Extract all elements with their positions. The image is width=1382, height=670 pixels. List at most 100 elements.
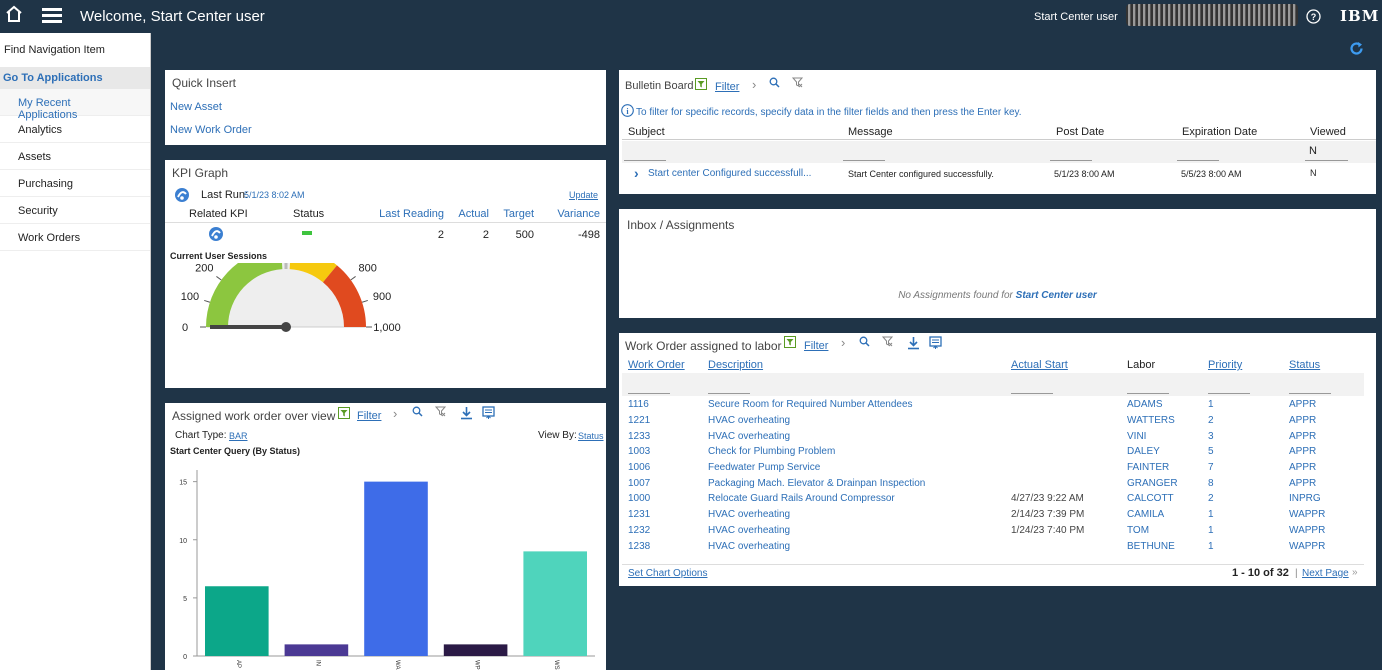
refresh-icon[interactable] bbox=[1349, 41, 1364, 59]
help-icon[interactable]: ? bbox=[1306, 9, 1321, 27]
nav-item-assets[interactable]: Assets bbox=[0, 143, 150, 170]
bulletin-col-post-date[interactable]: Post Date bbox=[1056, 126, 1104, 138]
wo-labor[interactable]: ADAMS bbox=[1127, 397, 1208, 413]
table-row[interactable]: 1232HVAC overheating1/24/23 7:40 PMTOM1W… bbox=[628, 523, 1364, 539]
next-page-icon[interactable]: » bbox=[1352, 567, 1358, 578]
wo-description[interactable]: Check for Plumbing Problem bbox=[708, 444, 1011, 460]
wo-status[interactable]: INPRG bbox=[1289, 491, 1364, 507]
overview-filter-link[interactable]: Filter bbox=[357, 410, 381, 422]
clear-filter-icon[interactable] bbox=[435, 406, 446, 420]
filter-message-input[interactable] bbox=[843, 144, 885, 161]
search-icon[interactable] bbox=[412, 406, 423, 420]
table-row[interactable]: 1231HVAC overheating2/14/23 7:39 PMCAMIL… bbox=[628, 507, 1364, 523]
bulletin-col-expiration[interactable]: Expiration Date bbox=[1182, 126, 1257, 138]
chart-type-link[interactable]: BAR bbox=[229, 431, 248, 441]
wo-labor[interactable]: CALCOTT bbox=[1127, 491, 1208, 507]
table-row[interactable]: 1003Check for Plumbing ProblemDALEY5APPR bbox=[628, 444, 1364, 460]
user-name[interactable]: Start Center user bbox=[1034, 11, 1118, 23]
table-row[interactable]: 1221HVAC overheatingWATTERS2APPR bbox=[628, 413, 1364, 429]
wo-description[interactable]: HVAC overheating bbox=[708, 413, 1011, 429]
wo-number[interactable]: 1232 bbox=[628, 523, 708, 539]
wo-labor[interactable]: WATTERS bbox=[1127, 413, 1208, 429]
wo-description[interactable]: HVAC overheating bbox=[708, 428, 1011, 444]
wo-labor[interactable]: DALEY bbox=[1127, 444, 1208, 460]
bulletin-subject[interactable]: Start center Configured successfull... bbox=[648, 168, 811, 179]
home-icon[interactable] bbox=[6, 5, 22, 26]
filter-icon[interactable] bbox=[338, 407, 350, 422]
go-to-applications[interactable]: Go To Applications bbox=[0, 67, 150, 89]
wo-number[interactable]: 1000 bbox=[628, 491, 708, 507]
bulletin-filter-link[interactable]: Filter bbox=[715, 81, 739, 93]
nav-item-work-orders[interactable]: Work Orders bbox=[0, 224, 150, 251]
bulletin-col-message[interactable]: Message bbox=[848, 126, 893, 138]
wo-number[interactable]: 1006 bbox=[628, 460, 708, 476]
wo-filter-link[interactable]: Filter bbox=[804, 340, 828, 352]
table-row[interactable]: 1007Packaging Mach. Elevator & Drainpan … bbox=[628, 475, 1364, 491]
wo-description[interactable]: Secure Room for Required Number Attendee… bbox=[708, 397, 1011, 413]
wo-status[interactable]: APPR bbox=[1289, 428, 1364, 444]
menu-icon[interactable] bbox=[42, 8, 62, 27]
wo-status[interactable]: APPR bbox=[1289, 460, 1364, 476]
wo-filter-desc-input[interactable] bbox=[708, 377, 750, 394]
wo-number[interactable]: 1233 bbox=[628, 428, 708, 444]
wo-number[interactable]: 1003 bbox=[628, 444, 708, 460]
wo-filter-wo-input[interactable] bbox=[628, 377, 670, 394]
wo-status[interactable]: APPR bbox=[1289, 413, 1364, 429]
bulletin-col-viewed[interactable]: Viewed bbox=[1310, 126, 1346, 138]
wo-description[interactable]: HVAC overheating bbox=[708, 538, 1011, 554]
wo-chevron-icon[interactable]: › bbox=[841, 335, 845, 350]
filter-viewed-input[interactable]: N bbox=[1305, 145, 1348, 161]
wo-number[interactable]: 1238 bbox=[628, 538, 708, 554]
wo-filter-status-input[interactable] bbox=[1289, 377, 1331, 394]
wo-number[interactable]: 1231 bbox=[628, 507, 708, 523]
wo-col-work-order[interactable]: Work Order bbox=[628, 359, 685, 371]
wo-labor[interactable]: VINI bbox=[1127, 428, 1208, 444]
wo-filter-priority-input[interactable] bbox=[1208, 377, 1250, 394]
wo-col-priority[interactable]: Priority bbox=[1208, 359, 1242, 371]
next-page-link[interactable]: Next Page bbox=[1302, 568, 1349, 579]
wo-status[interactable]: WAPPR bbox=[1289, 523, 1364, 539]
wo-description[interactable]: Relocate Guard Rails Around Compressor bbox=[708, 491, 1011, 507]
inbox-empty-user[interactable]: Start Center user bbox=[1016, 290, 1097, 301]
wo-number[interactable]: 1007 bbox=[628, 475, 708, 491]
wo-filter-labor-input[interactable] bbox=[1127, 377, 1169, 394]
wo-col-description[interactable]: Description bbox=[708, 359, 763, 371]
new-asset-link[interactable]: New Asset bbox=[170, 101, 222, 113]
wo-export-icon[interactable] bbox=[929, 336, 942, 353]
wo-labor[interactable]: CAMILA bbox=[1127, 507, 1208, 523]
wo-description[interactable]: HVAC overheating bbox=[708, 523, 1011, 539]
wo-col-status[interactable]: Status bbox=[1289, 359, 1320, 371]
wo-status[interactable]: WAPPR bbox=[1289, 538, 1364, 554]
bulletin-chevron-icon[interactable]: › bbox=[752, 77, 756, 92]
wo-filter-start-input[interactable] bbox=[1011, 377, 1053, 394]
kpi-row-icon[interactable] bbox=[208, 226, 224, 245]
wo-status[interactable]: WAPPR bbox=[1289, 507, 1364, 523]
wo-number[interactable]: 1116 bbox=[628, 397, 708, 413]
nav-item-security[interactable]: Security bbox=[0, 197, 150, 224]
bulletin-filter-icon[interactable] bbox=[695, 78, 707, 93]
bulletin-col-subject[interactable]: Subject bbox=[628, 126, 665, 138]
wo-status[interactable]: APPR bbox=[1289, 475, 1364, 491]
wo-status[interactable]: APPR bbox=[1289, 397, 1364, 413]
bulletin-clear-filter-icon[interactable] bbox=[792, 77, 803, 91]
wo-description[interactable]: Feedwater Pump Service bbox=[708, 460, 1011, 476]
table-row[interactable]: 1233HVAC overheatingVINI3APPR bbox=[628, 428, 1364, 444]
view-by-link[interactable]: Status bbox=[578, 431, 604, 441]
update-link[interactable]: Update bbox=[569, 190, 598, 200]
wo-labor[interactable]: BETHUNE bbox=[1127, 538, 1208, 554]
table-row[interactable]: 1116Secure Room for Required Number Atte… bbox=[628, 397, 1364, 413]
wo-labor[interactable]: GRANGER bbox=[1127, 475, 1208, 491]
export-icon[interactable] bbox=[482, 406, 495, 423]
bulletin-row[interactable]: › Start center Configured successfull...… bbox=[622, 164, 1376, 184]
wo-description[interactable]: Packaging Mach. Elevator & Drainpan Insp… bbox=[708, 475, 1011, 491]
filter-expiration-input[interactable] bbox=[1177, 144, 1219, 161]
set-chart-options-link[interactable]: Set Chart Options bbox=[628, 568, 707, 579]
nav-item-purchasing[interactable]: Purchasing bbox=[0, 170, 150, 197]
wo-labor[interactable]: FAINTER bbox=[1127, 460, 1208, 476]
wo-filter-icon[interactable] bbox=[784, 336, 796, 351]
wo-download-icon[interactable] bbox=[907, 336, 920, 353]
filter-post-date-input[interactable] bbox=[1050, 144, 1092, 161]
wo-col-actual-start[interactable]: Actual Start bbox=[1011, 359, 1068, 371]
download-icon[interactable] bbox=[460, 406, 473, 423]
wo-status[interactable]: APPR bbox=[1289, 444, 1364, 460]
